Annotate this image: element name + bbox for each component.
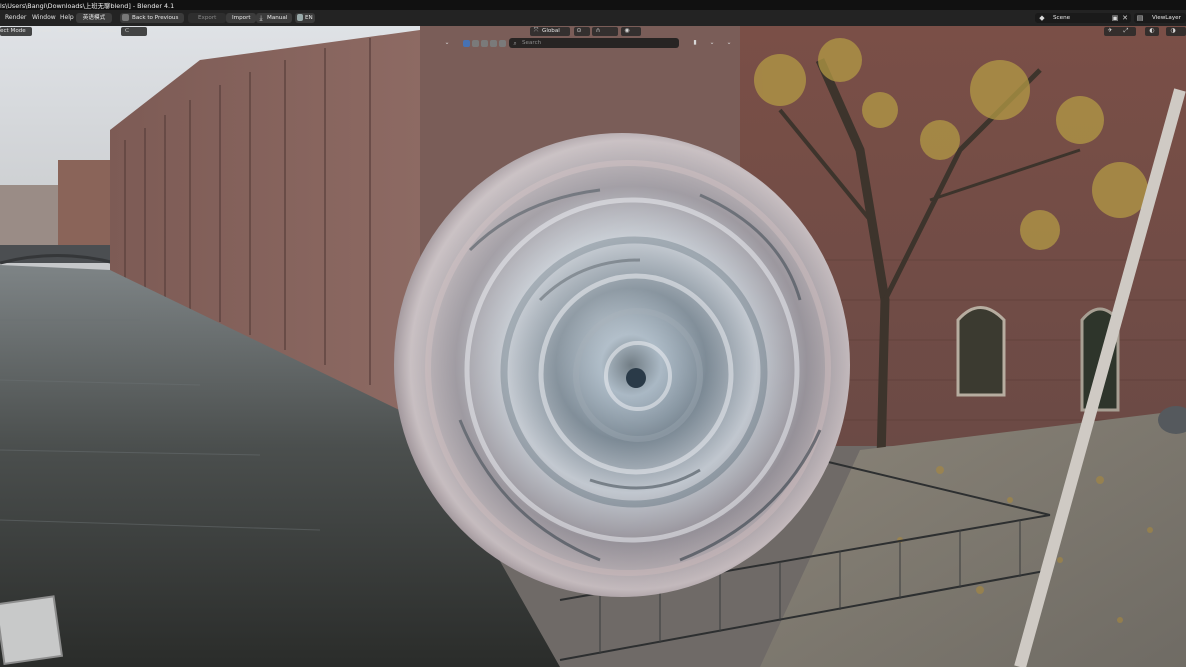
- viewlayer-label: ViewLayer: [1152, 15, 1181, 21]
- snap-dropdown[interactable]: ⊂: [121, 27, 147, 36]
- menu-help[interactable]: Help: [60, 13, 74, 23]
- glass-sphere-object[interactable]: [394, 133, 850, 597]
- close-icon: ✕: [1122, 14, 1128, 22]
- shading-toggle[interactable]: ◑: [1166, 27, 1186, 36]
- transform-orientation-dropdown[interactable]: ⤧ Global: [530, 27, 570, 36]
- language-mode-button[interactable]: 英语模式: [76, 13, 112, 23]
- menu-add[interactable]: Add: [81, 27, 92, 36]
- export-label: Export: [198, 15, 217, 21]
- back-to-previous-button[interactable]: Back to Previous: [120, 13, 184, 23]
- filter-camera-icon[interactable]: [490, 40, 497, 47]
- menu-render[interactable]: Render: [5, 13, 26, 23]
- top-menubar: Render Window Help 英语模式 Back to Previous…: [0, 10, 1186, 26]
- transform-orientation-label: Global: [542, 28, 560, 34]
- viewlayer-icon: ▤: [1136, 14, 1144, 22]
- search-input[interactable]: ⌕ Search: [509, 38, 679, 48]
- filter-light-icon[interactable]: [481, 40, 488, 47]
- menu-view[interactable]: View: [38, 27, 51, 36]
- snapping-dropdown[interactable]: ∩: [592, 27, 618, 36]
- copy-icon: ▣: [1111, 14, 1119, 22]
- back-icon: [122, 14, 129, 21]
- filter-mesh-icon[interactable]: [472, 40, 479, 47]
- manual-label: Manual: [267, 15, 288, 21]
- viewport-header: ect Mode View Select Add Object ⊂ ⤧ Glob…: [0, 26, 1186, 38]
- search-placeholder: Search: [522, 40, 542, 46]
- manual-button[interactable]: ⤓ Manual: [256, 13, 292, 23]
- camera-icon: ✈: [1107, 27, 1113, 34]
- gizmo-controls[interactable]: ✈ ⤢: [1104, 27, 1136, 36]
- shading-icon: ◑: [1170, 27, 1176, 34]
- snap-icon: ⊂: [124, 27, 130, 34]
- 3d-viewport[interactable]: ect Mode View Select Add Object ⊂ ⤧ Glob…: [0, 26, 1186, 667]
- pivot-dropdown[interactable]: ⊙: [574, 27, 590, 36]
- scene-label: Scene: [1053, 15, 1071, 21]
- window-titlebar: ls\Users\Bangi\Downloads\上班无聊blend] - Bl…: [0, 0, 1186, 10]
- magnet-icon: ∩: [595, 27, 601, 34]
- proportional-icon: ◉: [624, 27, 630, 34]
- mode-selector[interactable]: ect Mode: [0, 27, 32, 36]
- mode-label: ect Mode: [0, 28, 26, 34]
- filter-dropdown-icon[interactable]: ⌄: [708, 39, 716, 47]
- global-transform-icon: ⤧: [533, 27, 539, 34]
- scene-selector[interactable]: ◆ Scene ▣ ✕: [1035, 13, 1131, 23]
- menu-window[interactable]: Window: [32, 13, 56, 23]
- search-icon: ⌕: [513, 40, 517, 47]
- import-button[interactable]: Import: [226, 13, 256, 23]
- language-code-label: EN: [305, 15, 313, 21]
- proportional-editing-toggle[interactable]: ◉: [621, 27, 641, 36]
- back-to-previous-label: Back to Previous: [132, 15, 179, 21]
- export-button[interactable]: Export: [188, 13, 226, 23]
- gizmo-icon: ⤢: [1123, 27, 1129, 34]
- window-title: ls\Users\Bangi\Downloads\上班无聊blend] - Bl…: [0, 2, 175, 10]
- overlay-icon: ◐: [1149, 27, 1155, 34]
- overlay-toggle[interactable]: ◐: [1145, 27, 1159, 36]
- viewlayer-selector[interactable]: ▤ ViewLayer: [1134, 13, 1186, 23]
- download-icon: ⤓: [259, 14, 263, 22]
- filter-empty-icon[interactable]: [499, 40, 506, 47]
- collapse-chevron-icon[interactable]: ⌄: [443, 39, 451, 47]
- language-icon: [297, 14, 303, 21]
- menu-object[interactable]: Object: [99, 27, 117, 36]
- pin-icon[interactable]: ▮: [691, 39, 699, 47]
- language-code-button[interactable]: EN: [295, 13, 315, 23]
- filter-object-icon[interactable]: [463, 40, 470, 47]
- import-label: Import: [232, 15, 251, 21]
- scene-icon: ◆: [1039, 14, 1045, 22]
- settings-dropdown-icon[interactable]: ⌄: [725, 39, 733, 47]
- menu-select[interactable]: Select: [57, 27, 74, 36]
- pivot-icon: ⊙: [576, 27, 582, 34]
- viewport-scene-render: [0, 26, 1186, 667]
